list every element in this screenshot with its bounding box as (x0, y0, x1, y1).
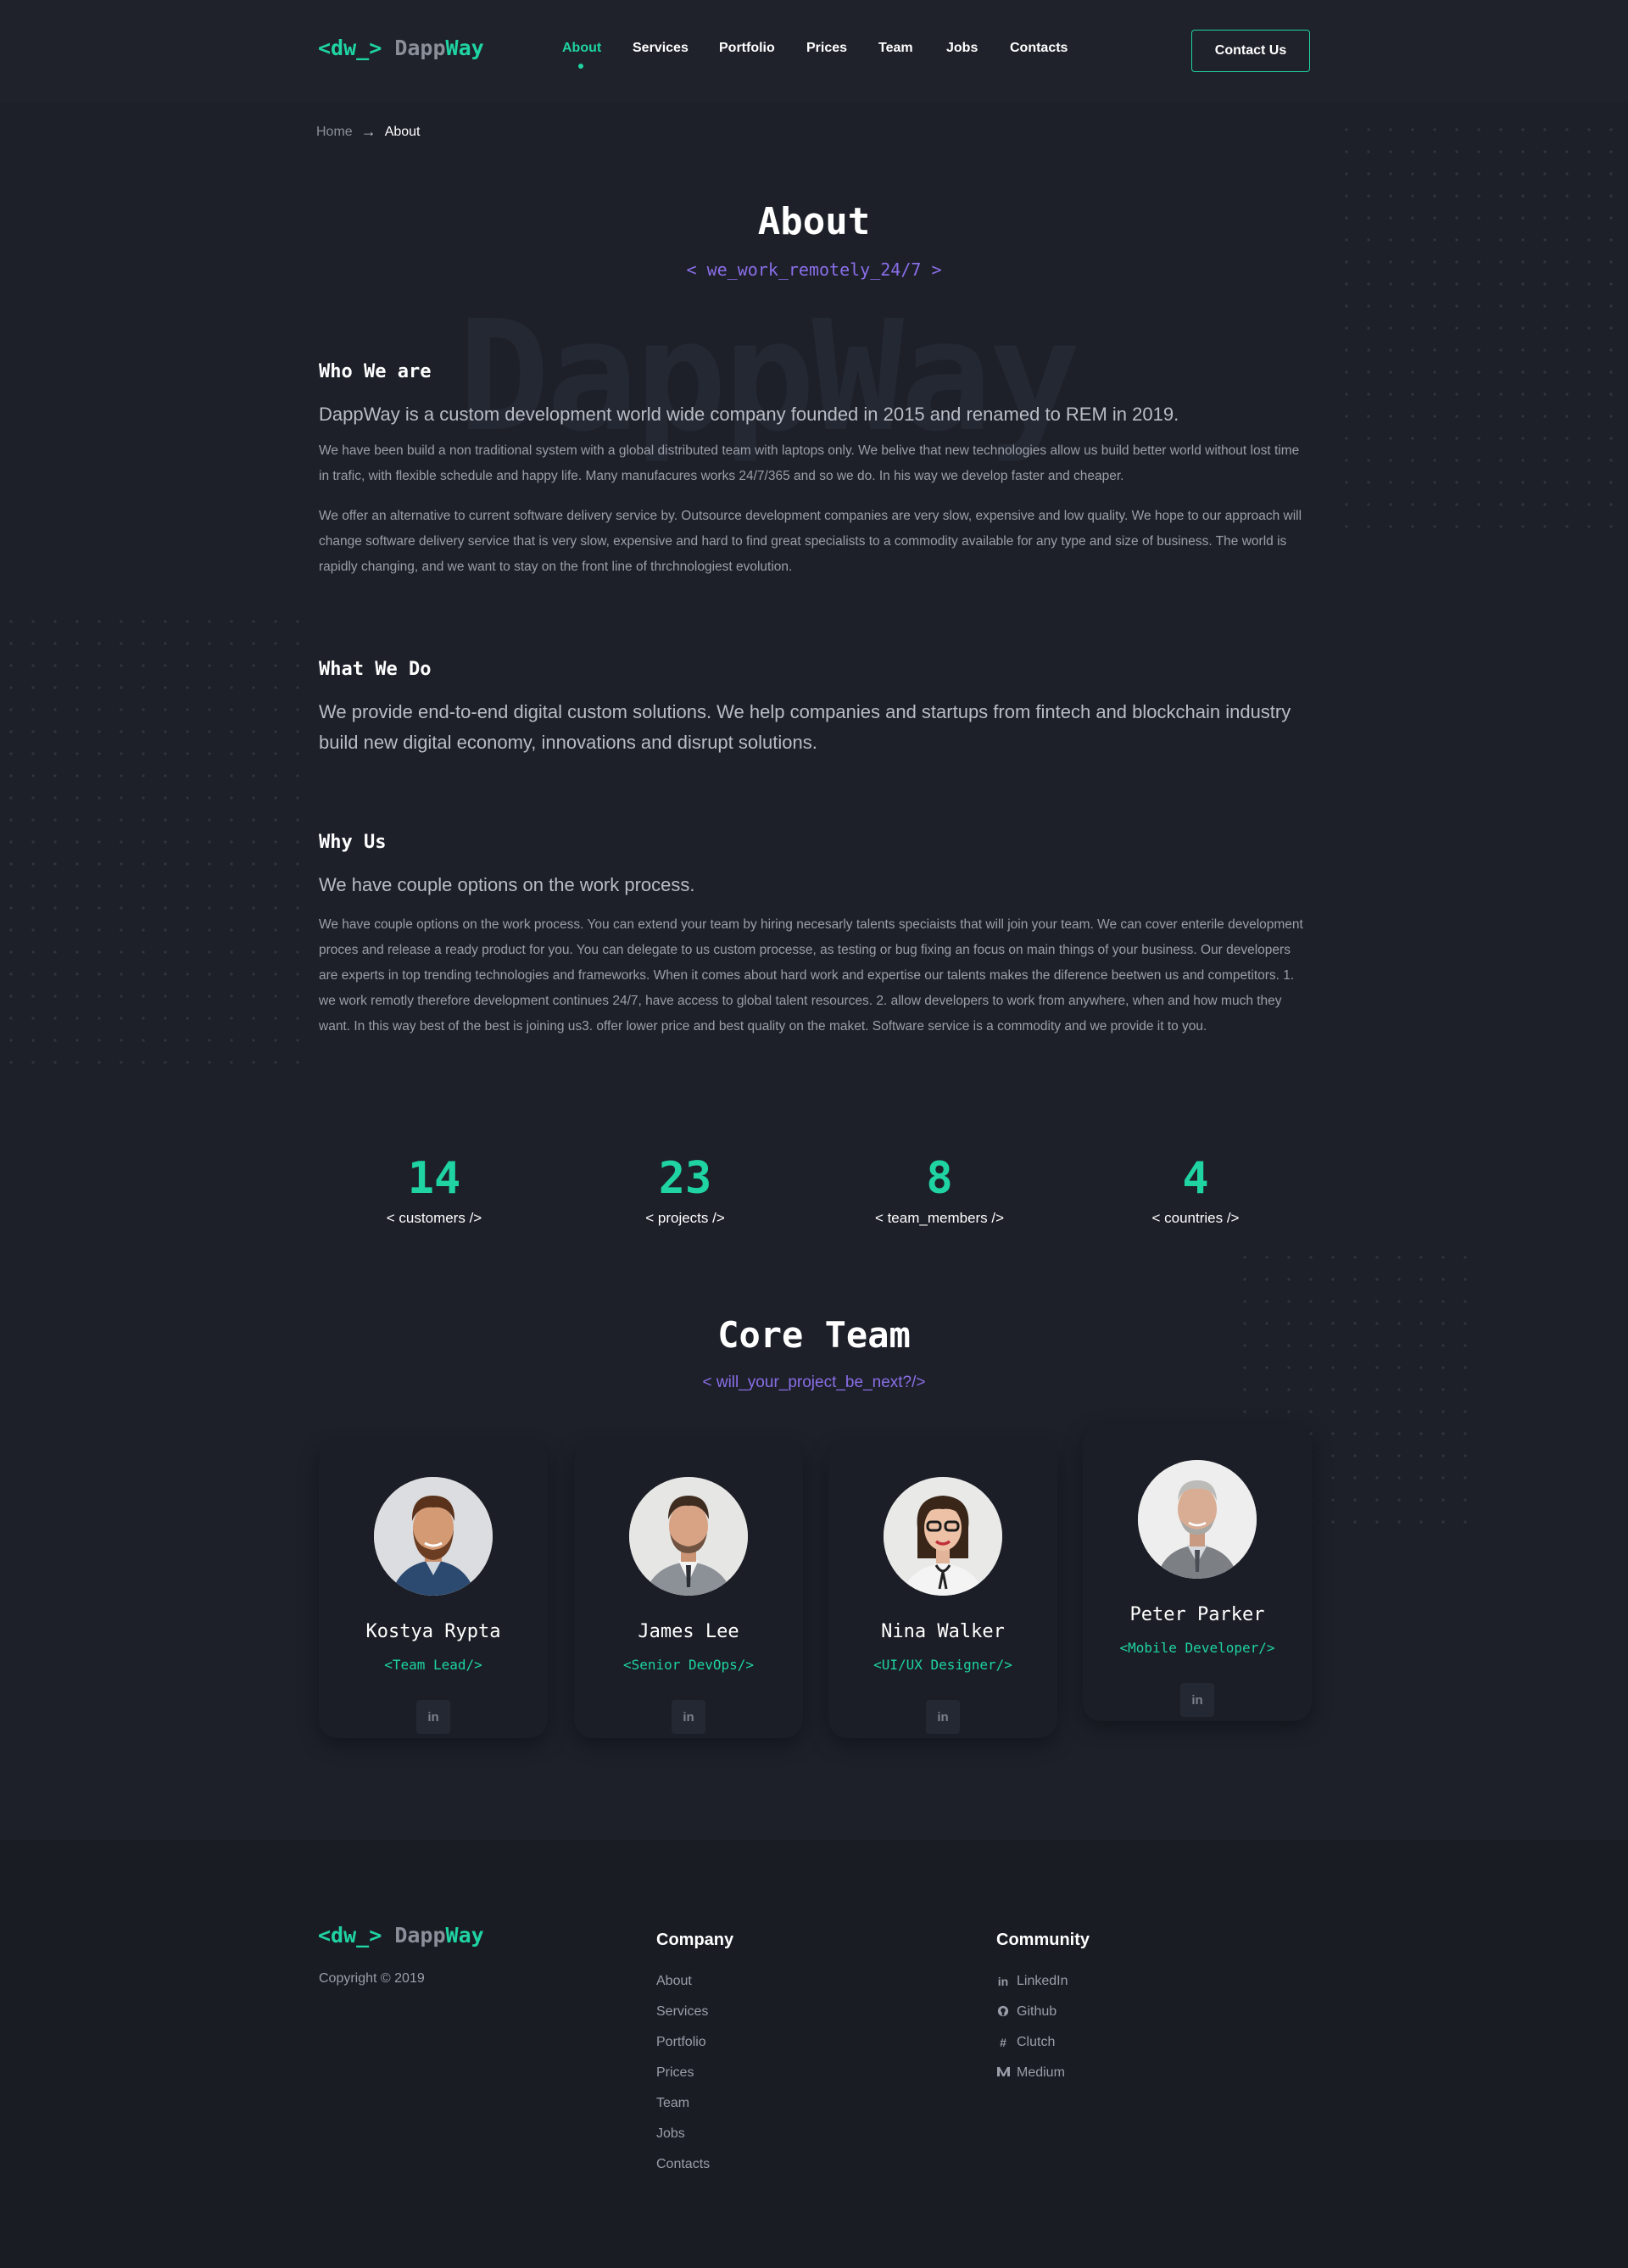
nav-active-indicator (578, 64, 583, 69)
avatar (1138, 1460, 1257, 1579)
stat-label: < customers /> (386, 1210, 482, 1226)
section-lead: We provide end-to-end digital custom sol… (319, 701, 1291, 753)
logo-bracket: <dw_> (318, 1923, 382, 1948)
breadcrumb-home[interactable]: Home (316, 125, 353, 140)
footer-link-label: LinkedIn (1017, 1974, 1068, 1988)
member-name: Peter Parker (1129, 1604, 1265, 1625)
logo-way: Way (445, 1923, 484, 1948)
clutch-icon: # (1000, 2036, 1006, 2049)
footer-link-about[interactable]: About (656, 1974, 692, 1989)
stat-value: 8 (926, 1153, 953, 1204)
nav-portfolio[interactable]: Portfolio (719, 41, 775, 56)
section-lead: DappWay is a custom development world wi… (319, 404, 1179, 425)
member-role: <Mobile Developer/> (1119, 1640, 1275, 1656)
footer-logo[interactable]: <dw_> DappWay (318, 1923, 484, 1948)
member-name: Kostya Rypta (365, 1621, 501, 1642)
section-heading: What We Do (319, 659, 432, 680)
team-card: Kostya Rypta <Team Lead/> in (319, 1441, 548, 1738)
stat-label: < projects /> (645, 1210, 725, 1226)
section-heading: Why Us (319, 832, 387, 853)
nav-contacts[interactable]: Contacts (1010, 41, 1068, 56)
page-title: About (757, 200, 871, 243)
footer-link-clutch[interactable]: # Clutch (996, 2035, 1055, 2050)
footer-link-label: Clutch (1017, 2035, 1056, 2049)
section-who-we-are: Who We are DappWay is a custom developme… (319, 361, 1309, 580)
linkedin-icon: in (997, 1975, 1009, 1988)
avatar (374, 1477, 493, 1596)
stat-customers: 14 < customers /> (307, 1149, 561, 1227)
footer-link-label: Github (1017, 2004, 1057, 2019)
logo-dapp: Dapp (394, 36, 446, 60)
medium-icon (996, 2066, 1010, 2080)
avatar (629, 1477, 748, 1596)
member-role: <Team Lead/> (384, 1657, 482, 1673)
team-card: Peter Parker <Mobile Developer/> in (1083, 1424, 1312, 1721)
logo-way: Way (445, 36, 484, 60)
github-icon (996, 2005, 1010, 2020)
arrow-right-icon: → (360, 123, 376, 140)
breadcrumb: Home → About (316, 123, 421, 141)
team-subtitle: < will_your_project_be_next?/> (702, 1374, 926, 1391)
nav-prices[interactable]: Prices (806, 41, 847, 56)
stat-projects: 23 < projects /> (558, 1149, 812, 1227)
footer-link-services[interactable]: Services (656, 2004, 708, 2020)
nav-about[interactable]: About (562, 41, 601, 56)
linkedin-icon[interactable]: in (926, 1700, 960, 1734)
footer-link-github[interactable]: Github (996, 2004, 1057, 2020)
footer-copyright: Copyright © 2019 (319, 1971, 425, 1986)
footer-link-portfolio[interactable]: Portfolio (656, 2035, 706, 2050)
team-card: James Lee <Senior DevOps/> in (574, 1441, 803, 1738)
section-what-we-do: What We Do We provide end-to-end digital… (319, 659, 1309, 758)
avatar (884, 1477, 1002, 1596)
stat-team-members: 8 < team_members /> (812, 1149, 1067, 1227)
team-card: Nina Walker <UI/UX Designer/> in (828, 1441, 1057, 1738)
stat-value: 4 (1182, 1153, 1209, 1204)
footer-link-medium[interactable]: Medium (996, 2065, 1065, 2081)
nav-services[interactable]: Services (633, 41, 689, 56)
section-paragraph: We offer an alternative to current softw… (319, 509, 1302, 574)
stat-label: < team_members /> (874, 1210, 1005, 1226)
member-name: James Lee (638, 1621, 739, 1642)
logo-dapp: Dapp (394, 1923, 446, 1948)
stat-countries: 4 < countries /> (1068, 1149, 1323, 1227)
section-why-us: Why Us We have couple options on the wor… (319, 832, 1309, 1039)
stat-value: 14 (407, 1153, 461, 1204)
footer-company-title: Company (656, 1931, 734, 1949)
member-role: <Senior DevOps/> (622, 1657, 755, 1673)
logo[interactable]: <dw_> DappWay (318, 36, 484, 60)
member-role: <UI/UX Designer/> (873, 1657, 1012, 1673)
footer-link-label: Medium (1017, 2065, 1065, 2080)
member-name: Nina Walker (881, 1621, 1005, 1642)
section-paragraph: We have been build a non traditional sys… (319, 443, 1300, 483)
stat-value: 23 (658, 1153, 712, 1204)
linkedin-icon[interactable]: in (416, 1700, 450, 1734)
logo-bracket: <dw_> (318, 36, 382, 60)
dots-decoration-top-right (1335, 119, 1628, 534)
site-footer (0, 1840, 1628, 2268)
linkedin-icon[interactable]: in (672, 1700, 705, 1734)
contact-us-button[interactable]: Contact Us (1191, 30, 1310, 72)
breadcrumb-current: About (384, 124, 421, 139)
footer-link-prices[interactable]: Prices (656, 2065, 694, 2081)
section-lead: We have couple options on the work proce… (319, 874, 695, 895)
linkedin-icon[interactable]: in (1180, 1683, 1214, 1717)
section-paragraph: We have couple options on the work proce… (319, 917, 1303, 1034)
team-title: Core Team (717, 1314, 911, 1356)
section-heading: Who We are (319, 361, 432, 382)
footer-link-linkedin[interactable]: in LinkedIn (996, 1974, 1068, 1989)
nav-team[interactable]: Team (878, 41, 913, 56)
footer-link-team[interactable]: Team (656, 2096, 689, 2111)
dots-decoration-left (0, 610, 314, 1068)
footer-link-jobs[interactable]: Jobs (656, 2126, 685, 2142)
stat-label: < countries /> (1151, 1210, 1240, 1226)
page-subtitle: < we_work_remotely_24/7 > (686, 259, 942, 280)
footer-community-title: Community (996, 1931, 1090, 1949)
nav-jobs[interactable]: Jobs (946, 41, 978, 56)
site-header: <dw_> DappWay About Services Portfolio P… (0, 0, 1628, 102)
footer-link-contacts[interactable]: Contacts (656, 2157, 710, 2172)
